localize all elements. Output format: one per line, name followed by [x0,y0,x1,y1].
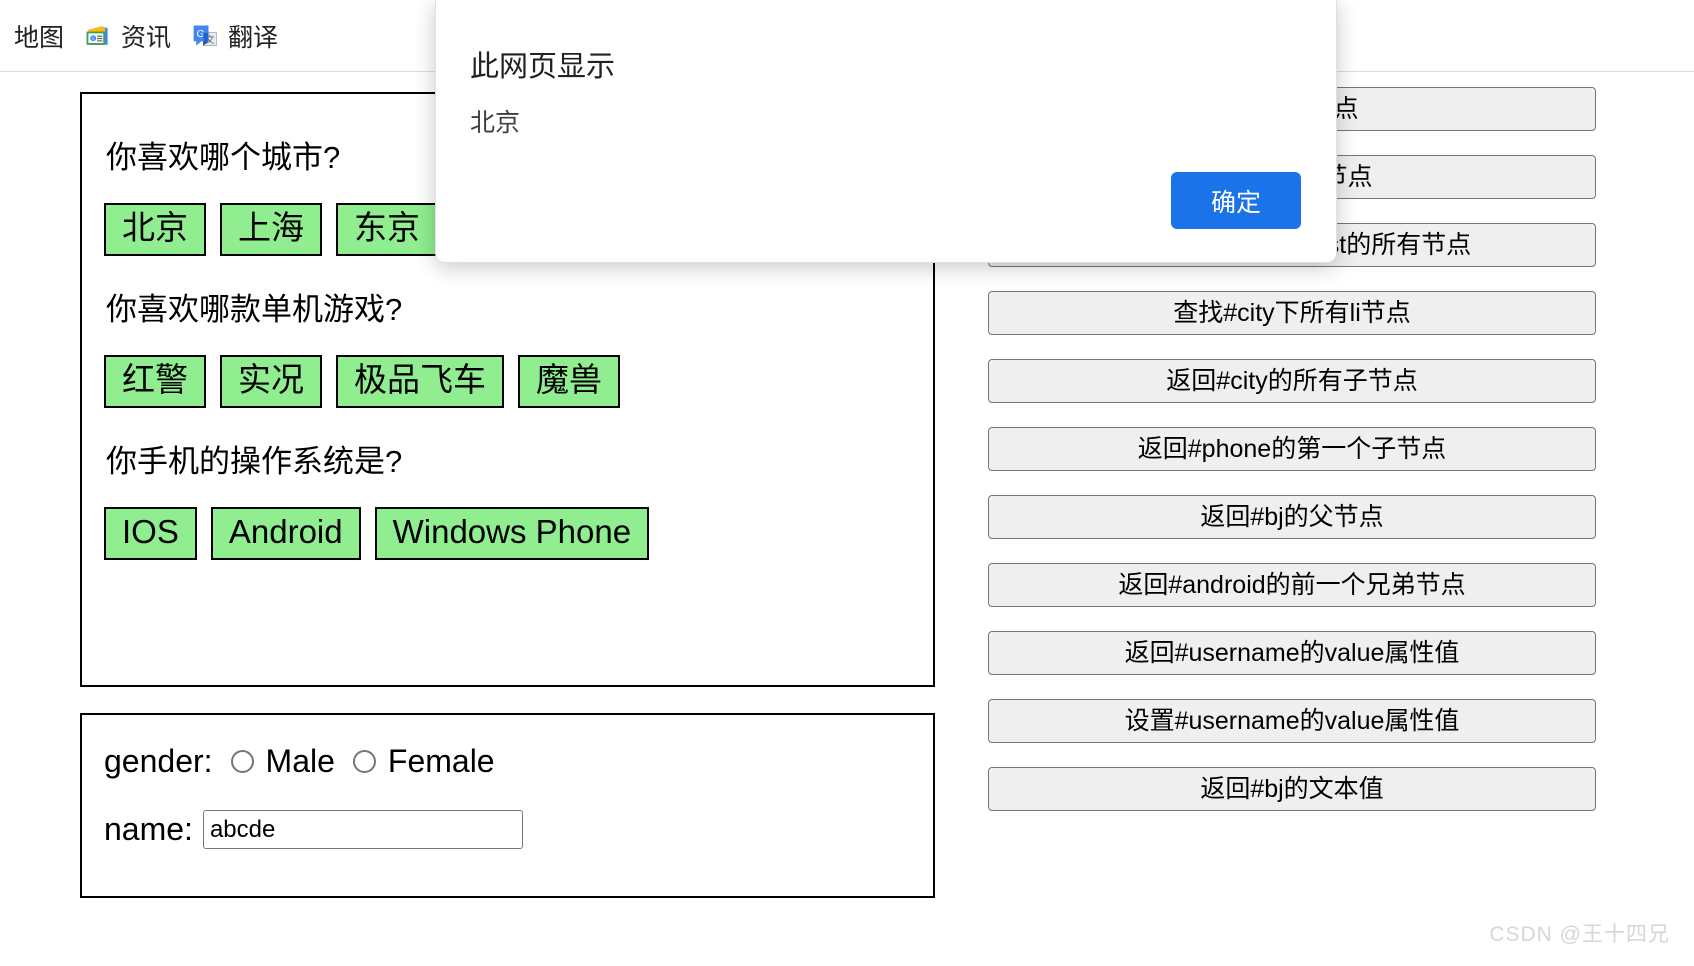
bookmark-label: 地图 [14,18,64,54]
question-os: 你手机的操作系统是? [106,436,933,481]
game-button-hongjing[interactable]: 红警 [104,355,206,408]
dom-button-bj-text-value[interactable]: 返回#bj的文本值 [988,767,1596,811]
dom-button-city-children[interactable]: 返回#city的所有子节点 [988,359,1596,403]
dialog-message: 北京 [470,103,520,139]
os-button-android[interactable]: Android [211,507,361,560]
os-button-row: IOS Android Windows Phone [104,507,933,560]
gender-label: gender: [104,743,213,780]
bookmark-item-translate[interactable]: G 文 翻译 [181,13,288,59]
watermark: CSDN @王十四兄 [1489,918,1670,948]
javascript-alert-dialog: 此网页显示 北京 确定 [435,0,1337,263]
google-translate-icon: G 文 [191,22,219,50]
os-button-ios[interactable]: IOS [104,507,197,560]
dialog-title: 此网页显示 [470,43,615,85]
os-button-windows-phone[interactable]: Windows Phone [375,507,649,560]
bookmark-item-maps[interactable]: 地图 [4,13,74,59]
svg-text:G: G [92,35,96,40]
city-button-beijing[interactable]: 北京 [104,203,206,256]
name-input[interactable] [203,810,523,849]
gender-row: gender: Male Female [104,743,933,780]
gender-radio-female-label: Female [388,743,495,780]
question-game: 你喜欢哪款单机游戏? [106,284,933,329]
city-button-tokyo[interactable]: 东京 [336,203,438,256]
game-button-jipinfeiche[interactable]: 极品飞车 [336,355,504,408]
bookmark-label: 翻译 [228,18,278,54]
dom-button-set-username-value[interactable]: 设置#username的value属性值 [988,699,1596,743]
name-label: name: [104,811,193,848]
dom-button-find-city-li[interactable]: 查找#city下所有li节点 [988,291,1596,335]
google-news-icon: G [84,22,112,50]
dom-button-bj-parent[interactable]: 返回#bj的父节点 [988,495,1596,539]
dom-button-get-username-value[interactable]: 返回#username的value属性值 [988,631,1596,675]
dialog-ok-button[interactable]: 确定 [1171,172,1301,229]
dom-button-phone-first-child[interactable]: 返回#phone的第一个子节点 [988,427,1596,471]
dom-button-android-prev-sibling[interactable]: 返回#android的前一个兄弟节点 [988,563,1596,607]
user-form-panel: gender: Male Female name: [80,713,935,898]
city-button-shanghai[interactable]: 上海 [220,203,322,256]
gender-radio-male-label: Male [266,743,335,780]
game-button-shikuang[interactable]: 实况 [220,355,322,408]
gender-radio-male[interactable] [231,750,254,773]
game-button-row: 红警 实况 极品飞车 魔兽 [104,355,933,408]
bookmark-label: 资讯 [121,18,171,54]
game-button-moshou[interactable]: 魔兽 [518,355,620,408]
gender-radio-female[interactable] [353,750,376,773]
bookmark-item-news[interactable]: G 资讯 [74,13,181,59]
name-row: name: [104,810,933,849]
